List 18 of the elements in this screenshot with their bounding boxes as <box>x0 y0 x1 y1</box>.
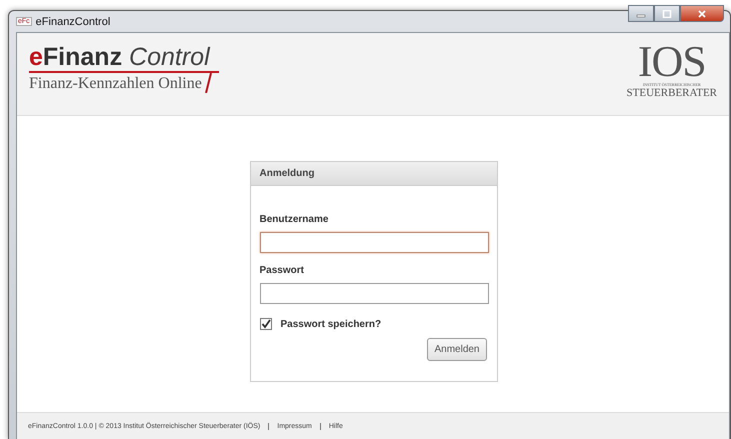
checkbox-label: Passwort speichern? <box>280 318 382 330</box>
maximize-button[interactable] <box>654 5 680 22</box>
minimize-button[interactable] <box>628 5 654 22</box>
close-icon <box>697 10 707 18</box>
app-logo-title: eFinanz Control <box>29 43 212 71</box>
maximize-icon <box>662 10 672 18</box>
field-label: Passwort <box>260 265 304 276</box>
app-logo-subtitle: Finanz-Kennzahlen Online <box>29 75 202 93</box>
input-field[interactable] <box>260 283 488 304</box>
input-field[interactable] <box>260 232 488 253</box>
checkbox[interactable] <box>260 318 272 330</box>
field-label: Benutzername <box>260 214 328 225</box>
brand-logo-name: STEUERBERATER <box>626 87 717 99</box>
panel-title: Anmeldung <box>250 162 496 186</box>
window-title: eFinanzControl <box>36 16 110 28</box>
close-button[interactable] <box>680 5 724 22</box>
login-button[interactable]: Anmelden <box>427 338 486 361</box>
brand-logo-letters: IOS <box>638 42 706 82</box>
